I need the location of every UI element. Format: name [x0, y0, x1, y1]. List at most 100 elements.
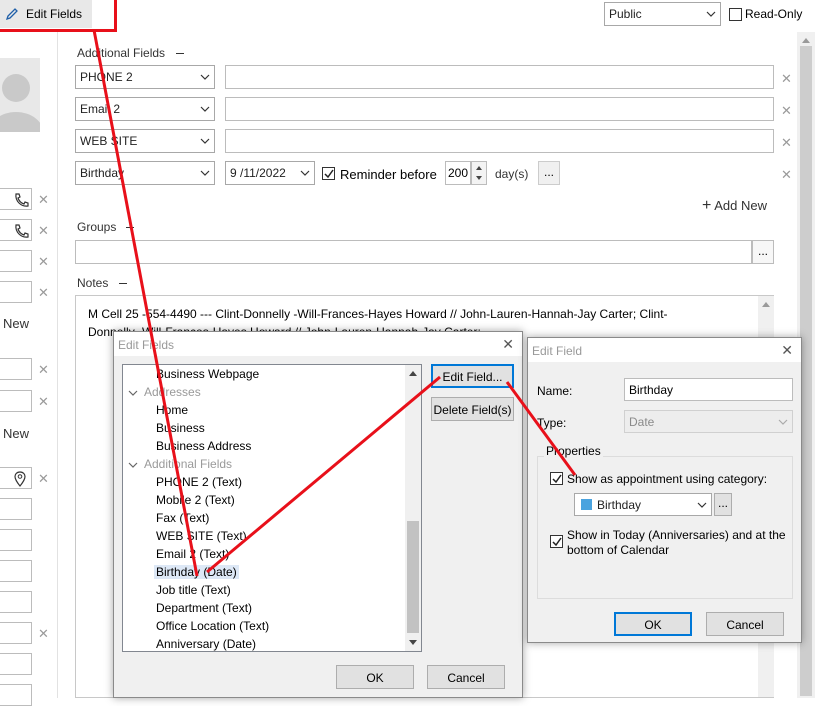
tree-item[interactable]: PHONE 2 (Text) — [156, 475, 242, 489]
left-field-14[interactable] — [0, 684, 32, 706]
chevron-down-icon[interactable] — [128, 388, 138, 398]
add-new-link-2[interactable]: New — [3, 426, 29, 441]
notes-line-1: M Cell 25 -554-4490 --- Clint-Donnelly -… — [88, 307, 668, 321]
tree-item[interactable]: WEB SITE (Text) — [156, 529, 247, 543]
remove-phone-2-icon[interactable]: ✕ — [781, 71, 792, 87]
address-field[interactable] — [0, 467, 32, 489]
field-type-dropdown-3[interactable]: WEB SITE — [75, 129, 215, 153]
visibility-dropdown[interactable]: Public — [604, 2, 721, 26]
tree-item[interactable]: Anniversary (Date) — [156, 637, 256, 651]
left-field-5[interactable] — [0, 358, 32, 380]
edit-fields-ok-button[interactable]: OK — [336, 665, 414, 689]
website-value-input[interactable] — [225, 129, 774, 153]
tree-category[interactable]: Additional Fields — [144, 457, 232, 471]
remove-birthday-icon[interactable]: ✕ — [781, 167, 792, 183]
left-field-10[interactable] — [0, 560, 32, 582]
checkmark-icon — [552, 474, 562, 484]
collapse-additional-fields-icon[interactable] — [176, 53, 184, 54]
tree-scrollbar-thumb[interactable] — [407, 521, 419, 633]
phone-icon[interactable] — [13, 192, 29, 208]
tree-item[interactable]: Email 2 (Text) — [156, 547, 229, 561]
left-field-4[interactable] — [0, 281, 32, 303]
category-more-button[interactable]: ... — [714, 493, 732, 516]
name-input[interactable]: Birthday — [624, 378, 793, 401]
type-label: Type: — [537, 416, 567, 430]
reminder-checkbox[interactable] — [322, 167, 335, 180]
scroll-up-icon[interactable] — [408, 369, 418, 377]
collapse-notes-icon[interactable] — [119, 283, 127, 284]
close-icon[interactable]: ✕ — [781, 342, 793, 359]
scroll-down-icon[interactable] — [408, 639, 418, 647]
tree-item[interactable]: Office Location (Text) — [156, 619, 269, 633]
delete-fields-button[interactable]: Delete Field(s) — [431, 397, 514, 421]
category-dropdown[interactable]: Birthday — [574, 493, 712, 516]
tree-item[interactable]: Business Webpage — [156, 367, 259, 381]
edit-fields-cancel-button[interactable]: Cancel — [427, 665, 505, 689]
remove-field-6-icon[interactable]: ✕ — [38, 394, 49, 410]
left-field-12[interactable] — [0, 622, 32, 644]
reminder-days-spinner[interactable] — [471, 161, 487, 185]
add-new-link-1[interactable]: New — [3, 316, 29, 331]
left-field-6[interactable] — [0, 390, 32, 412]
phone-field-2[interactable] — [0, 219, 32, 241]
groups-input[interactable] — [75, 240, 752, 264]
edit-field-button[interactable]: Edit Field... — [431, 364, 514, 388]
remove-phone-1-icon[interactable]: ✕ — [38, 192, 49, 208]
add-new-field-button[interactable]: + Add New — [702, 197, 767, 215]
remove-field-4-icon[interactable]: ✕ — [38, 285, 49, 301]
tree-item[interactable]: Birthday (Date) — [154, 565, 239, 579]
type-dropdown[interactable]: Date — [624, 410, 793, 433]
left-field-9[interactable] — [0, 529, 32, 551]
scroll-up-icon[interactable] — [761, 300, 771, 308]
chevron-down-icon[interactable] — [128, 460, 138, 470]
remove-field-12-icon[interactable]: ✕ — [38, 626, 49, 642]
remove-field-3-icon[interactable]: ✕ — [38, 254, 49, 270]
show-today-checkbox[interactable] — [550, 535, 563, 548]
contact-avatar[interactable] — [0, 58, 40, 132]
show-today-label-line-1: Show in Today (Anniversaries) and at the — [567, 528, 786, 542]
birthday-date-picker[interactable]: 9 /11/2022 — [225, 161, 315, 185]
fields-tree[interactable]: Business Webpage Addresses Home Business Bus… — [122, 364, 422, 652]
phone-2-value-input[interactable] — [225, 65, 774, 89]
left-field-3[interactable] — [0, 250, 32, 272]
edit-field-cancel-button[interactable]: Cancel — [706, 612, 784, 636]
tree-item[interactable]: Department (Text) — [156, 601, 252, 615]
phone-icon[interactable] — [13, 223, 29, 239]
left-field-11[interactable] — [0, 591, 32, 613]
tree-category[interactable]: Addresses — [144, 385, 201, 399]
field-type-dropdown-birthday[interactable]: Birthday — [75, 161, 215, 185]
email-2-value-input[interactable] — [225, 97, 774, 121]
edit-field-ok-button[interactable]: OK — [614, 612, 692, 636]
tree-item[interactable]: Business — [156, 421, 205, 435]
left-field-8[interactable] — [0, 498, 32, 520]
scroll-up-icon[interactable] — [801, 36, 811, 44]
left-panel-divider — [57, 30, 58, 698]
tree-item[interactable]: Mobile 2 (Text) — [156, 493, 235, 507]
phone-field-1[interactable] — [0, 188, 32, 210]
remove-field-5-icon[interactable]: ✕ — [38, 362, 49, 378]
reminder-more-button[interactable]: ... — [538, 161, 560, 185]
close-icon[interactable]: ✕ — [502, 336, 514, 353]
remove-address-icon[interactable]: ✕ — [38, 471, 49, 487]
additional-fields-heading: Additional Fields — [77, 46, 166, 60]
remove-website-icon[interactable]: ✕ — [781, 135, 792, 151]
spinner-arrows-icon[interactable] — [472, 162, 486, 184]
tree-item[interactable]: Fax (Text) — [156, 511, 209, 525]
tree-item[interactable]: Business Address — [156, 439, 251, 453]
tree-scrollbar[interactable] — [405, 365, 421, 651]
show-appointment-checkbox[interactable] — [550, 472, 563, 485]
remove-email-2-icon[interactable]: ✕ — [781, 103, 792, 119]
chevron-down-icon — [200, 106, 210, 112]
person-silhouette-icon — [0, 74, 40, 132]
tree-item[interactable]: Job title (Text) — [156, 583, 231, 597]
reminder-days-input[interactable]: 200 — [445, 161, 471, 185]
left-field-13[interactable] — [0, 653, 32, 675]
groups-more-button[interactable]: ... — [752, 240, 774, 264]
remove-phone-2-icon[interactable]: ✕ — [38, 223, 49, 239]
collapse-groups-icon[interactable] — [126, 227, 134, 228]
map-pin-icon[interactable] — [14, 471, 26, 487]
field-type-dropdown-1[interactable]: PHONE 2 — [75, 65, 215, 89]
readonly-checkbox[interactable] — [729, 8, 742, 21]
tree-item[interactable]: Home — [156, 403, 188, 417]
field-type-dropdown-2[interactable]: Email 2 — [75, 97, 215, 121]
